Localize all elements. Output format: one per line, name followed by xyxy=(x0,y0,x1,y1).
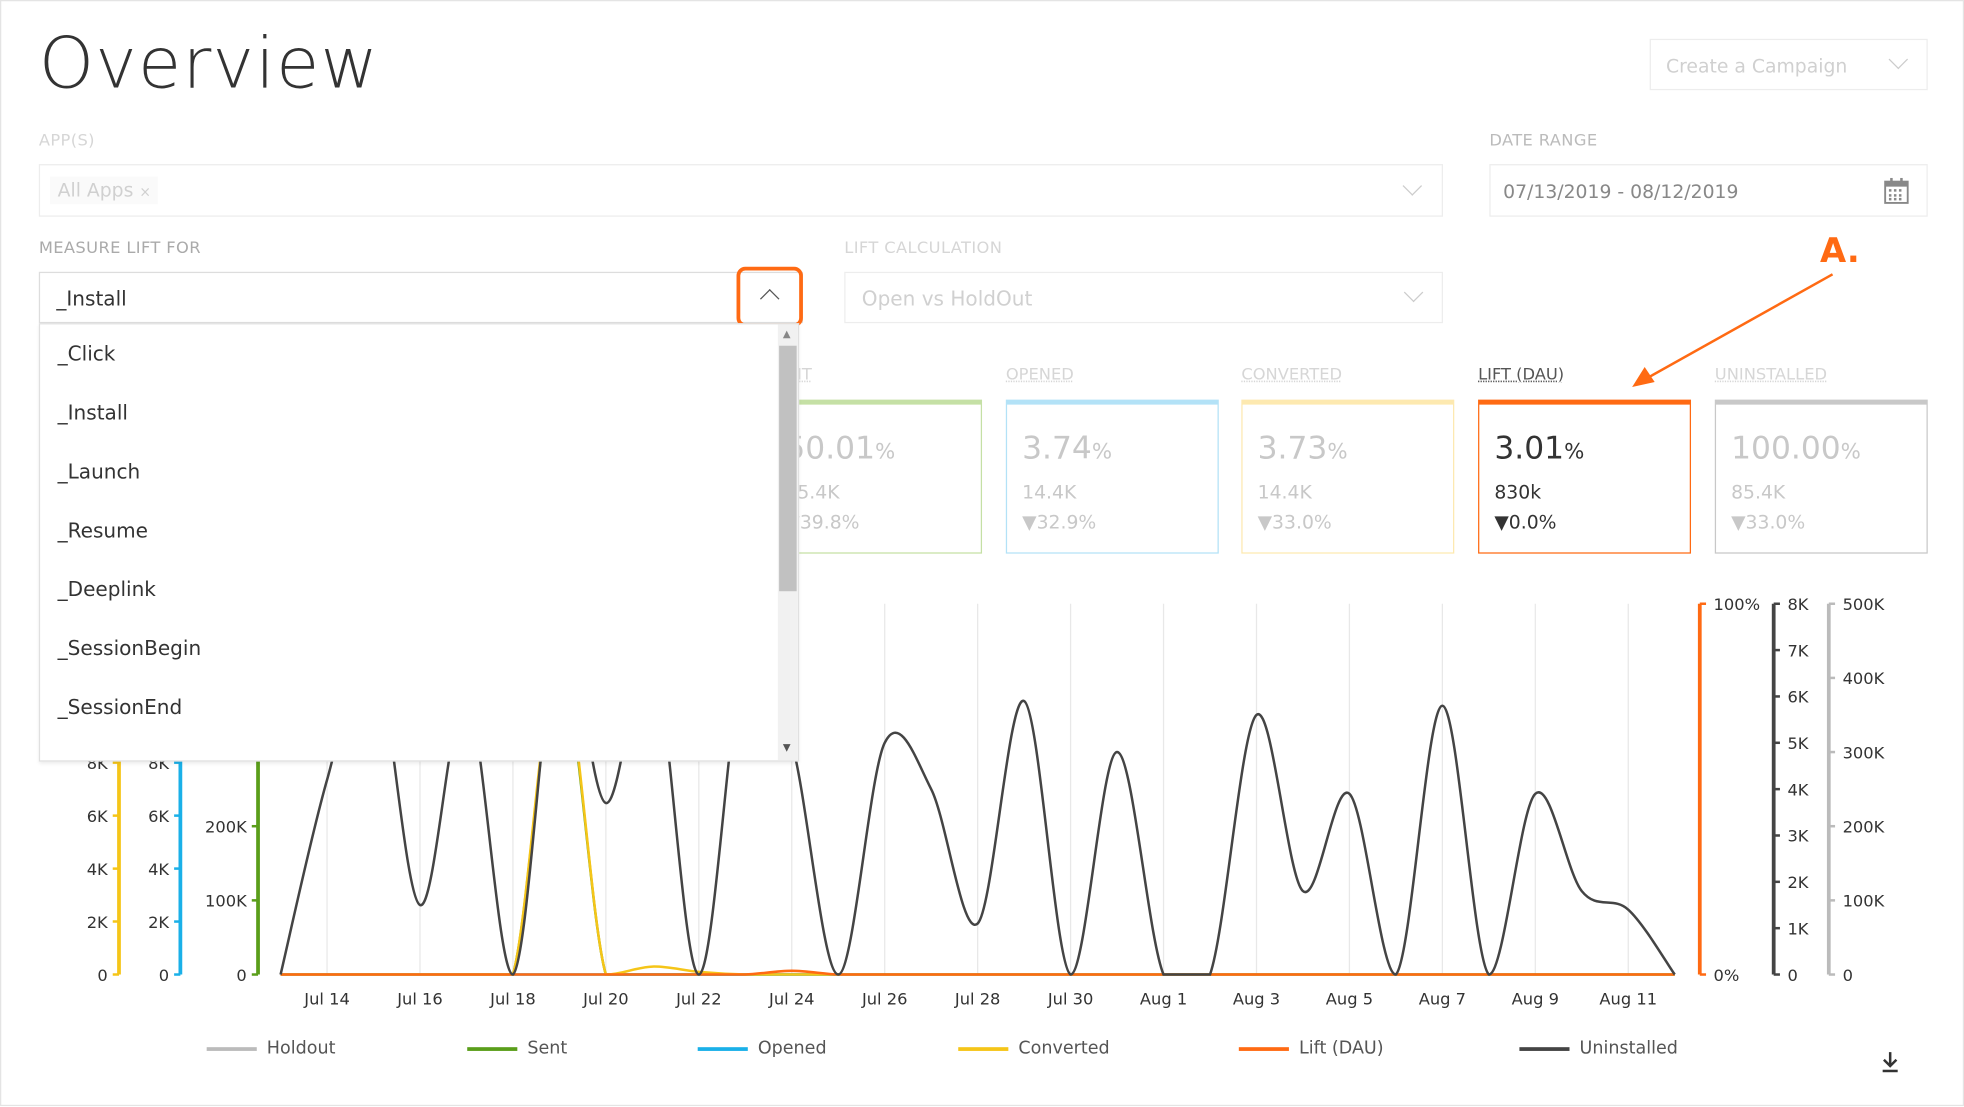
dropdown-option[interactable]: _Launch xyxy=(58,460,141,484)
y-tick-label: 1K xyxy=(1787,919,1809,938)
legend-swatch xyxy=(1238,1046,1289,1051)
y-tick-label: 3K xyxy=(1787,827,1809,846)
legend-item[interactable]: Sent xyxy=(467,1038,567,1058)
y-tick-label: 100K xyxy=(1843,892,1886,911)
y-tick-label: 2K xyxy=(87,913,109,932)
x-tick-label: Jul 24 xyxy=(768,990,815,1009)
y-tick-label: 0 xyxy=(236,966,246,985)
y-tick-label: 5K xyxy=(1787,734,1809,753)
legend-label: Opened xyxy=(757,1038,827,1059)
chevron-up-icon xyxy=(759,289,780,309)
x-tick-label: Jul 16 xyxy=(396,990,443,1009)
y-tick-label: 300K xyxy=(1843,743,1886,762)
y-tick-label: 0 xyxy=(1787,966,1797,985)
y-tick-label: 500K xyxy=(1843,595,1886,614)
y-tick-label: 0 xyxy=(1843,966,1853,985)
y-tick-label: 6K xyxy=(148,807,170,826)
legend-item[interactable]: Holdout xyxy=(206,1038,336,1059)
legend-label: Uninstalled xyxy=(1579,1038,1678,1059)
legend-swatch xyxy=(1519,1046,1570,1051)
x-tick-label: Jul 18 xyxy=(489,990,536,1009)
x-tick-label: Jul 20 xyxy=(582,990,629,1009)
legend-swatch xyxy=(467,1046,518,1051)
legend-label: Holdout xyxy=(266,1038,336,1059)
y-tick-label: 0% xyxy=(1714,966,1740,985)
y-tick-label: 2K xyxy=(148,913,170,932)
scroll-up-icon[interactable]: ▲ xyxy=(783,328,791,339)
y-tick-label: 100% xyxy=(1714,595,1761,614)
dropdown-option[interactable]: _Click xyxy=(58,342,116,366)
y-tick-label: 4K xyxy=(1787,780,1809,799)
measure-lift-value: _Install xyxy=(56,286,127,311)
dropdown-option[interactable]: _Deeplink xyxy=(58,577,156,601)
dropdown-option[interactable]: _SessionEnd xyxy=(58,695,183,719)
x-tick-label: Jul 14 xyxy=(303,990,350,1009)
measure-lift-dropdown-list: _Click _Install _Launch _Resume _Deeplink _Se… xyxy=(38,323,800,762)
y-tick-label: 400K xyxy=(1843,669,1886,688)
x-tick-label: Jul 26 xyxy=(861,990,908,1009)
scrollbar-thumb[interactable] xyxy=(779,345,797,592)
x-tick-label: Jul 28 xyxy=(954,990,1001,1009)
y-tick-label: 6K xyxy=(1787,688,1809,707)
scrollbar[interactable]: ▲ ▼ xyxy=(777,324,798,761)
x-tick-label: Aug 11 xyxy=(1599,990,1657,1009)
x-tick-label: Jul 30 xyxy=(1047,990,1094,1009)
y-tick-label: 4K xyxy=(87,860,109,879)
y-tick-label: 0 xyxy=(159,966,169,985)
x-tick-label: Jul 22 xyxy=(675,990,722,1009)
y-tick-label: 200K xyxy=(205,817,248,836)
legend-item[interactable]: Lift (DAU) xyxy=(1238,1038,1384,1059)
legend-item[interactable]: Opened xyxy=(697,1038,827,1059)
dropdown-option[interactable]: _Resume xyxy=(58,519,148,543)
y-tick-label: 7K xyxy=(1787,641,1809,660)
x-tick-label: Aug 3 xyxy=(1233,990,1280,1009)
legend-swatch xyxy=(697,1046,748,1051)
legend-item[interactable]: Converted xyxy=(958,1038,1110,1059)
x-tick-label: Aug 5 xyxy=(1326,990,1373,1009)
legend-label: Lift (DAU) xyxy=(1298,1038,1384,1059)
y-tick-label: 6K xyxy=(87,807,109,826)
scroll-down-icon[interactable]: ▼ xyxy=(783,742,791,753)
x-tick-label: Aug 7 xyxy=(1419,990,1466,1009)
y-tick-label: 0 xyxy=(97,966,107,985)
y-tick-label: 200K xyxy=(1843,817,1886,836)
legend-label: Converted xyxy=(1018,1038,1110,1059)
annotation-arrow-icon xyxy=(1632,273,1834,388)
y-tick-label: 4K xyxy=(148,860,170,879)
y-tick-label: 2K xyxy=(1787,873,1809,892)
dropdown-option[interactable]: _SessionBegin xyxy=(58,636,202,660)
dropdown-toggle-button[interactable] xyxy=(736,266,803,327)
legend-label: Sent xyxy=(527,1038,568,1059)
download-icon[interactable] xyxy=(1880,1051,1900,1074)
y-tick-label: 8K xyxy=(1787,595,1809,614)
legend-swatch xyxy=(958,1046,1009,1051)
y-tick-label: 100K xyxy=(205,892,248,911)
legend-swatch xyxy=(206,1046,257,1051)
x-tick-label: Aug 1 xyxy=(1140,990,1187,1009)
dropdown-option[interactable]: _Install xyxy=(58,401,128,425)
measure-lift-select[interactable]: _Install xyxy=(38,271,803,324)
overview-page: Overview Create a Campaign APP(S) All Ap… xyxy=(0,0,1964,1107)
x-tick-label: Aug 9 xyxy=(1512,990,1559,1009)
legend-item[interactable]: Uninstalled xyxy=(1519,1038,1678,1059)
